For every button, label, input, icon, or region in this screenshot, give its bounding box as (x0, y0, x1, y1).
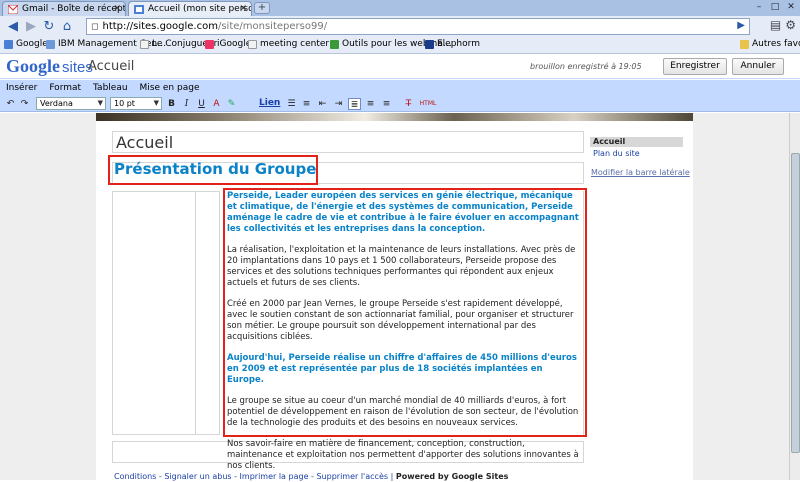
link-button[interactable]: Lien (259, 98, 280, 108)
font-select[interactable]: Verdana ▼ (36, 97, 106, 110)
address-bar[interactable]: ◻ http://sites.google.com/site/monsitepe… (86, 18, 750, 35)
close-icon[interactable]: ✕ (239, 4, 247, 14)
underline-icon[interactable]: U (195, 98, 208, 110)
sitemap-link[interactable]: Plan du site (593, 149, 640, 158)
elephorm-icon (425, 39, 434, 49)
forward-icon[interactable]: ▶ (22, 18, 40, 36)
format-toolbar: ↶ ↷ Verdana ▼ 10 pt ▼ B I U A ✎ Lien ☰ ≡ ⇤… (0, 96, 800, 112)
clear-format-icon[interactable]: T̶ (402, 98, 415, 110)
undo-icon[interactable]: ↶ (4, 98, 17, 110)
page-title-field[interactable]: Accueil (112, 131, 584, 153)
tab-accueil[interactable]: Accueil (mon site perso ave… ✕ (128, 1, 252, 16)
bookmark-item[interactable]: Google (4, 39, 48, 49)
close-icon[interactable]: ✕ (113, 4, 121, 14)
bookmarks-bar: Google IBM Management Cen… Le Conjugueur… (0, 38, 800, 54)
editor-menubar: Insérer Format Tableau Mise en page (0, 80, 800, 96)
page-menu-icon[interactable]: ▤ (770, 18, 781, 32)
indent-icon[interactable]: ⇥ (332, 98, 345, 110)
redo-icon[interactable]: ↷ (18, 98, 31, 110)
new-tab-button[interactable]: + (254, 2, 270, 14)
size-select[interactable]: 10 pt ▼ (110, 97, 162, 110)
modify-sidebar-link[interactable]: Modifier la barre latérale (591, 168, 690, 177)
layout-cell-left[interactable] (112, 191, 196, 435)
red-highlight-content (223, 188, 587, 437)
page-icon (46, 39, 55, 49)
outdent-icon[interactable]: ⇤ (316, 98, 329, 110)
folder-icon (740, 39, 749, 49)
html-button[interactable]: HTML (417, 98, 439, 110)
save-button[interactable]: Enregistrer (663, 58, 727, 75)
cancel-button[interactable]: Annuler (732, 58, 784, 75)
italic-icon[interactable]: I (180, 98, 193, 110)
go-arrow-icon[interactable]: ▶ (737, 20, 745, 31)
other-bookmarks[interactable]: Autres favoris (740, 39, 800, 49)
minimize-icon[interactable]: – (752, 1, 766, 13)
align-right-icon[interactable]: ≡ (380, 98, 393, 110)
align-center-icon[interactable]: ≡ (364, 98, 377, 110)
tab-gmail[interactable]: Gmail - Boîte de réception (… ✕ (2, 1, 126, 16)
chevron-down-icon: ▼ (153, 99, 159, 107)
sites-header: Google sites Accueil brouillon enregistré… (0, 55, 800, 79)
chevron-down-icon: ▼ (97, 99, 103, 107)
puzzle-icon (330, 39, 339, 49)
draft-status: brouillon enregistré à 19:05 (530, 62, 642, 71)
igoogle-icon (205, 39, 214, 49)
reload-icon[interactable]: ↻ (40, 18, 58, 36)
layout-cell-gutter[interactable] (196, 191, 220, 435)
page-icon (248, 39, 257, 49)
close-window-icon[interactable]: ✕ (784, 1, 798, 13)
gmail-icon (8, 4, 18, 14)
page-icon: ◻ (91, 21, 99, 32)
google-sites-logo[interactable]: Google sites (6, 56, 93, 77)
menu-inserer[interactable]: Insérer (6, 83, 37, 93)
text-color-icon[interactable]: A (210, 98, 223, 110)
page-title: Accueil (116, 133, 174, 152)
browser-tab-strip: Gmail - Boîte de réception (… ✕ Accueil … (0, 0, 800, 16)
menu-format[interactable]: Format (49, 83, 81, 93)
maximize-icon[interactable]: □ (768, 1, 782, 13)
bookmark-item[interactable]: iGoogle (205, 39, 251, 49)
page-icon (140, 39, 149, 49)
scrollbar[interactable] (789, 113, 800, 480)
wrench-icon[interactable]: ⚙ (785, 18, 796, 32)
red-highlight-heading (108, 155, 318, 185)
header-banner-image (96, 113, 693, 121)
bold-icon[interactable]: B (165, 98, 178, 110)
bookmark-item[interactable]: Elephorm (425, 39, 480, 49)
align-left-icon[interactable]: ≣ (348, 98, 361, 110)
home-icon[interactable]: ⌂ (58, 18, 76, 36)
paragraph[interactable]: Nos savoir-faire en matière de financeme… (227, 439, 582, 472)
menu-mise-en-page[interactable]: Mise en page (140, 83, 200, 93)
google-icon (4, 39, 13, 49)
numbered-list-icon[interactable]: ☰ (285, 98, 298, 110)
sidebar-header: Accueil (590, 137, 683, 147)
back-icon[interactable]: ◀ (4, 18, 22, 36)
header-page-name: Accueil (88, 59, 135, 74)
menu-tableau[interactable]: Tableau (93, 83, 128, 93)
browser-toolbar: ◀ ▶ ↻ ⌂ ◻ http://sites.google.com/site/m… (0, 16, 800, 38)
bullet-list-icon[interactable]: ≡ (300, 98, 313, 110)
scrollbar-thumb[interactable] (791, 153, 800, 453)
highlight-icon[interactable]: ✎ (225, 98, 238, 110)
bookmark-item[interactable]: meeting center (248, 39, 329, 49)
window-controls: – □ ✕ (752, 1, 798, 13)
google-sites-icon (134, 4, 144, 14)
